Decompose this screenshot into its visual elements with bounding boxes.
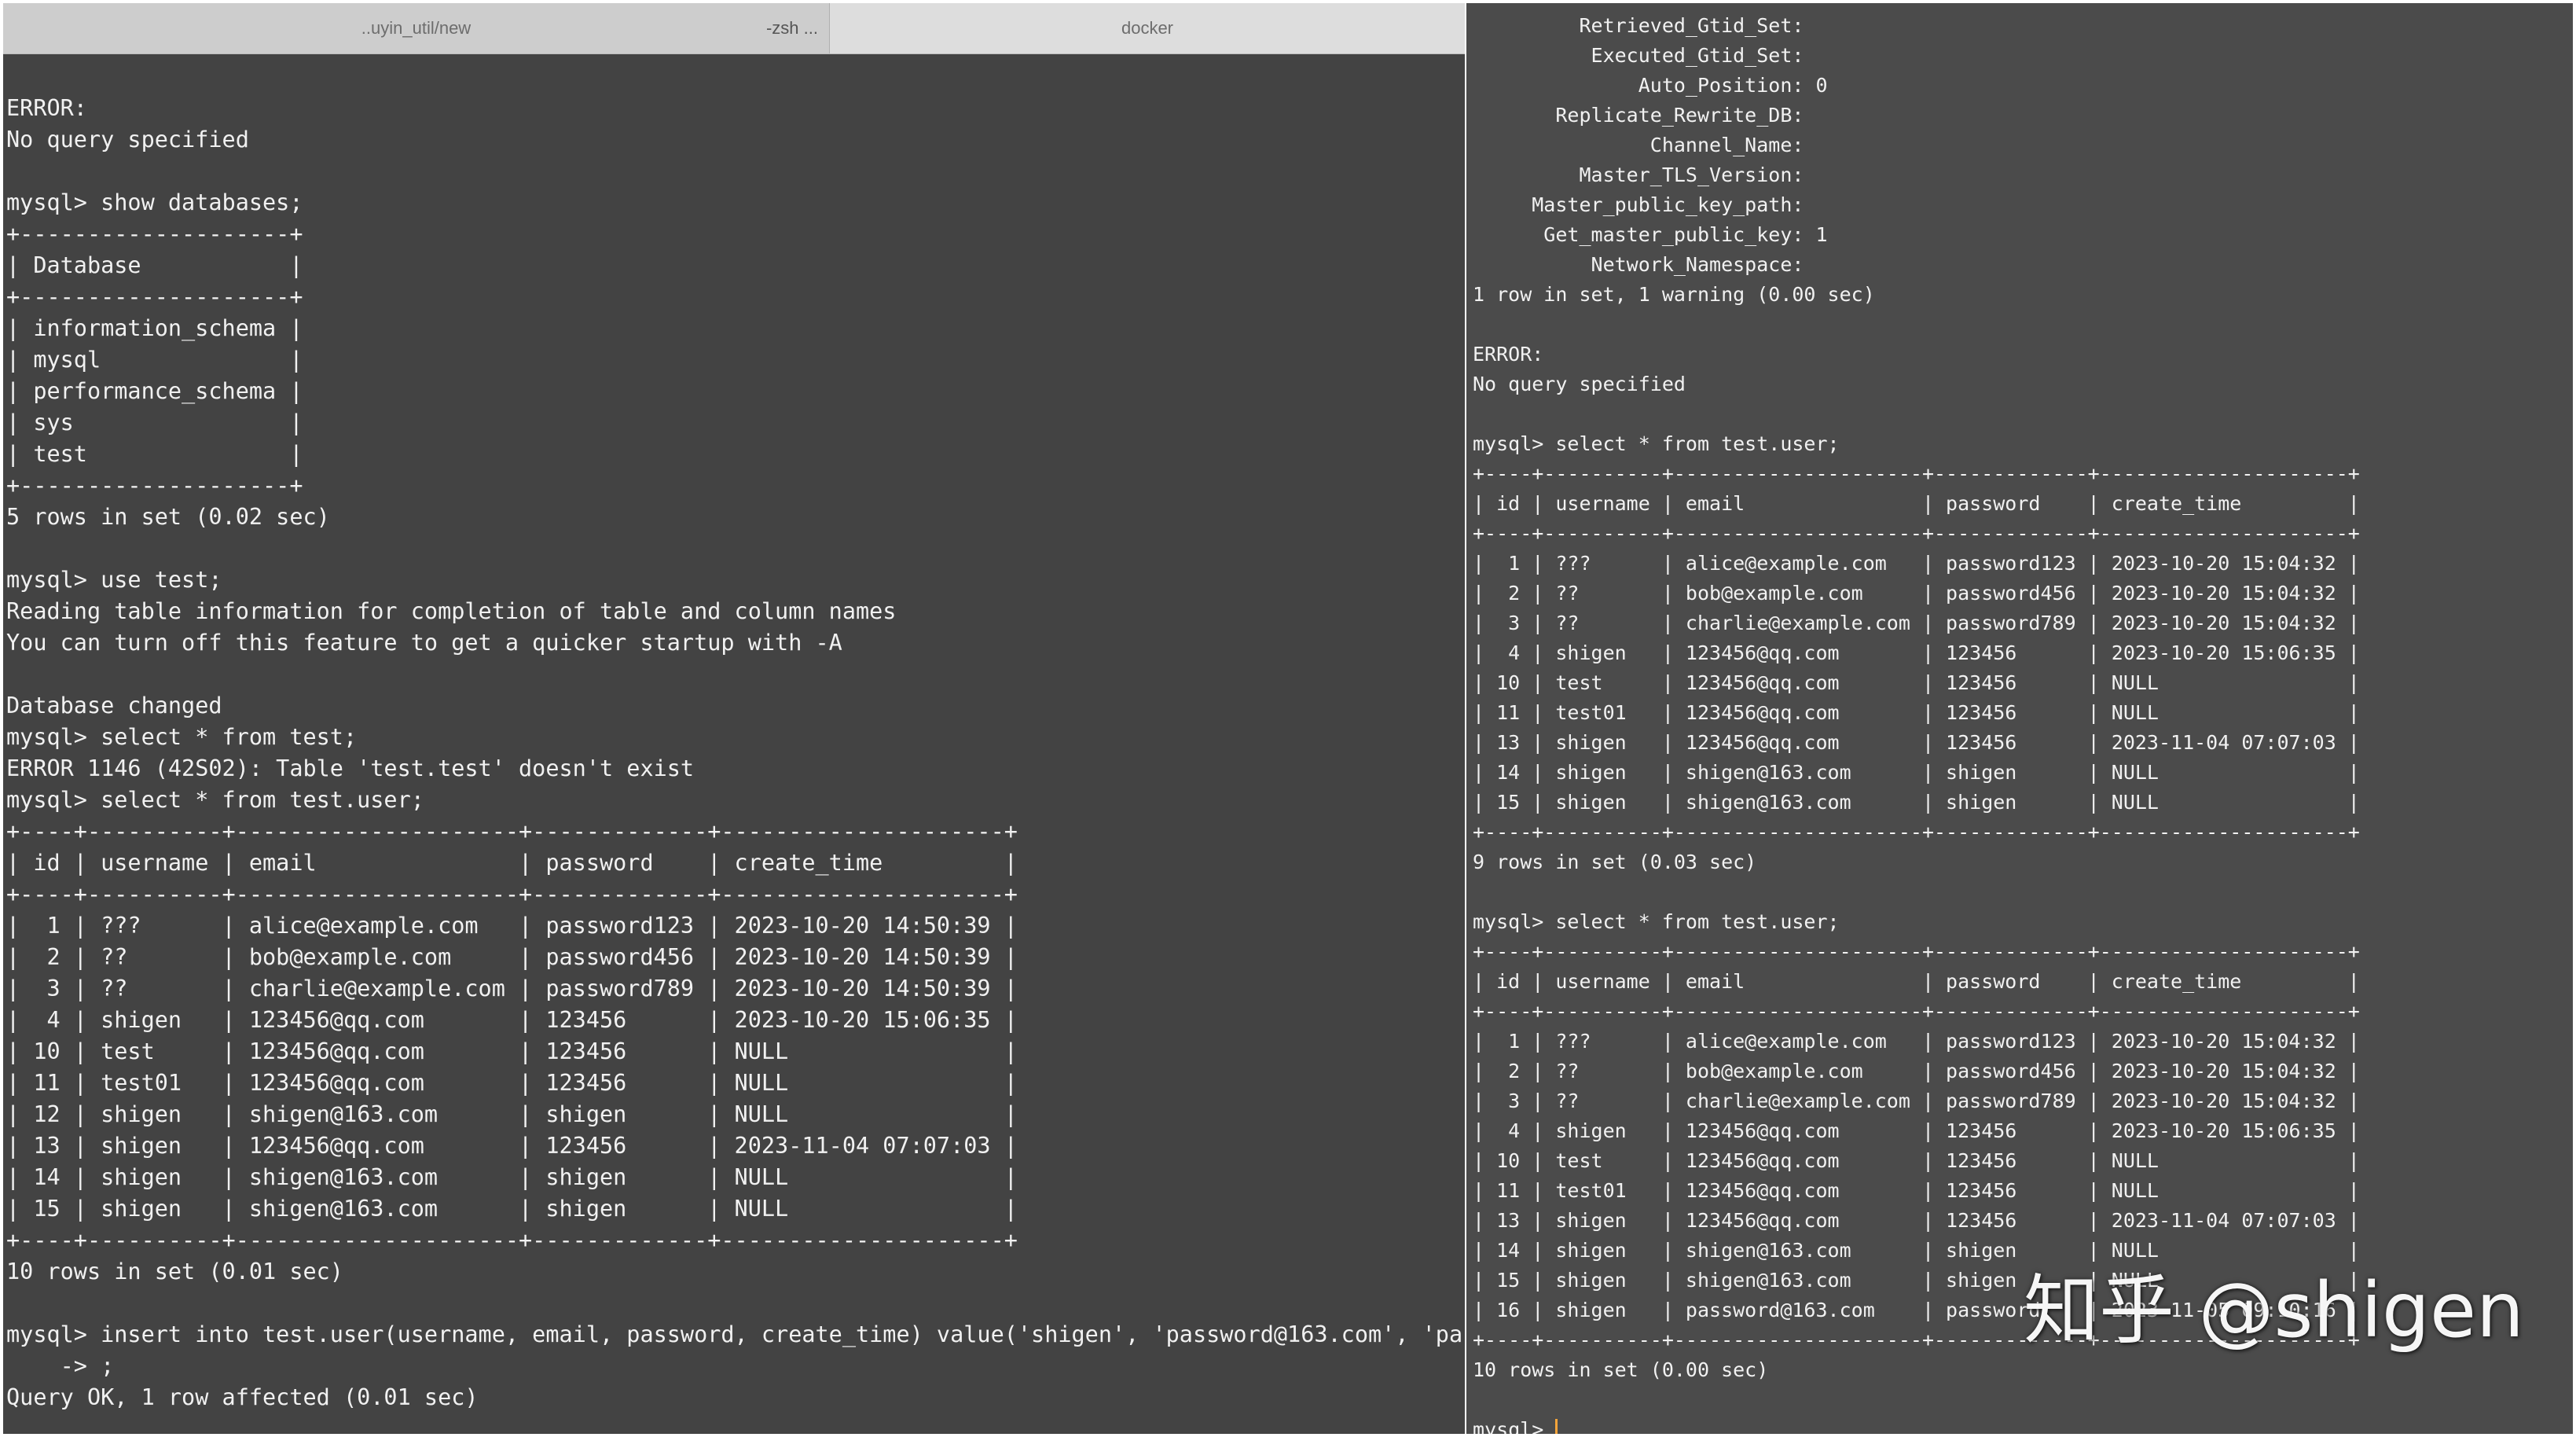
text-cursor xyxy=(1555,1419,1558,1434)
terminal-line: | 13 | shigen | 123456@qq.com | 123456 |… xyxy=(6,1133,1018,1159)
tab-bar: ..uyin_util/new -zsh ... docker xyxy=(3,3,1465,54)
terminal-line: | mysql | xyxy=(6,347,303,373)
terminal-line: mysql> insert into test.user(username, e… xyxy=(6,1321,1465,1347)
terminal-line: | 3 | ?? | charlie@example.com | passwor… xyxy=(1473,1090,2360,1112)
tab-label: docker xyxy=(1121,18,1173,38)
terminal-line: | 14 | shigen | shigen@163.com | shigen … xyxy=(6,1164,1018,1190)
left-terminal-pane[interactable]: ..uyin_util/new -zsh ... docker ERROR: N… xyxy=(3,3,1465,1434)
terminal-line: | 15 | shigen | shigen@163.com | shigen … xyxy=(1473,791,2360,814)
terminal-line: | 14 | shigen | shigen@163.com | shigen … xyxy=(1473,761,2360,784)
terminal-line: | id | username | email | password | cre… xyxy=(6,850,1018,876)
terminal-line: +----+----------+---------------------+-… xyxy=(6,1227,1018,1253)
terminal-line: | 11 | test01 | 123456@qq.com | 123456 |… xyxy=(1473,701,2360,724)
terminal-line: Master_TLS_Version: xyxy=(1473,164,1804,186)
terminal-line: Get_master_public_key: 1 xyxy=(1473,223,1828,246)
terminal-line: No query specified xyxy=(1473,373,1686,395)
terminal-line: ERROR: xyxy=(1473,343,1543,366)
terminal-line: | 3 | ?? | charlie@example.com | passwor… xyxy=(1473,612,2360,634)
tab-uyin-util[interactable]: ..uyin_util/new -zsh ... xyxy=(3,3,830,53)
terminal-line: | 4 | shigen | 123456@qq.com | 123456 | … xyxy=(6,1007,1018,1033)
terminal-line: | test | xyxy=(6,441,303,467)
terminal-line: | 2 | ?? | bob@example.com | password456… xyxy=(1473,1060,2360,1082)
terminal-line: Auto_Position: 0 xyxy=(1473,74,1828,97)
terminal-line: | 10 | test | 123456@qq.com | 123456 | N… xyxy=(1473,1149,2360,1172)
watermark: 知乎 @shigen xyxy=(2024,1267,2524,1354)
terminal-line: mysql> select * from test.user; xyxy=(6,787,424,813)
terminal-line: | Database | xyxy=(6,252,303,278)
tab-label: ..uyin_util/new xyxy=(361,18,471,38)
terminal-line: -> ; xyxy=(6,1353,114,1379)
terminal-line: | 12 | shigen | shigen@163.com | shigen … xyxy=(6,1101,1018,1127)
terminal-line: 10 rows in set (0.00 sec) xyxy=(1473,1358,1768,1381)
terminal-line: | 1 | ??? | alice@example.com | password… xyxy=(1473,1030,2360,1053)
terminal-line: 10 rows in set (0.01 sec) xyxy=(6,1259,343,1284)
terminal-line: +----+----------+---------------------+-… xyxy=(1473,1000,2360,1023)
terminal-line: Channel_Name: xyxy=(1473,134,1804,156)
terminal-line: 5 rows in set (0.02 sec) xyxy=(6,504,330,530)
terminal-line: | id | username | email | password | cre… xyxy=(1473,970,2360,993)
terminal-line: +----+----------+---------------------+-… xyxy=(1473,522,2360,545)
terminal-line: Retrieved_Gtid_Set: xyxy=(1473,14,1804,37)
terminal-line: You can turn off this feature to get a q… xyxy=(6,630,842,656)
terminal-line: mysql> show databases; xyxy=(6,189,303,215)
terminal-line: mysql> select * from test.user; xyxy=(1473,910,1840,933)
terminal-line: | 13 | shigen | 123456@qq.com | 123456 |… xyxy=(1473,1209,2360,1232)
terminal-line: mysql> xyxy=(1473,1418,1555,1434)
left-terminal-output[interactable]: ERROR: No query specified mysql> show da… xyxy=(6,93,1465,1413)
terminal-line: | 14 | shigen | shigen@163.com | shigen … xyxy=(1473,1239,2360,1262)
terminal-line: | 1 | ??? | alice@example.com | password… xyxy=(6,913,1018,939)
terminal-line: +----+----------+---------------------+-… xyxy=(1473,462,2360,485)
terminal-line: mysql> use test; xyxy=(6,567,222,593)
terminal-line: mysql> select * from test; xyxy=(6,724,357,750)
terminal-line: +----+----------+---------------------+-… xyxy=(1473,940,2360,963)
tab-command: -zsh ... xyxy=(766,3,818,53)
terminal-line: | 11 | test01 | 123456@qq.com | 123456 |… xyxy=(6,1070,1018,1096)
terminal-line: | 10 | test | 123456@qq.com | 123456 | N… xyxy=(6,1038,1018,1064)
terminal-line: | 10 | test | 123456@qq.com | 123456 | N… xyxy=(1473,671,2360,694)
terminal-line: | performance_schema | xyxy=(6,378,303,404)
terminal-line: Reading table information for completion… xyxy=(6,598,896,624)
terminal-line: | sys | xyxy=(6,410,303,436)
terminal-line: Query OK, 1 row affected (0.01 sec) xyxy=(6,1384,479,1410)
terminal-line: Master_public_key_path: xyxy=(1473,193,1804,216)
terminal-line: | 4 | shigen | 123456@qq.com | 123456 | … xyxy=(1473,641,2360,664)
terminal-line: Database changed xyxy=(6,693,222,718)
terminal-line: +----+----------+---------------------+-… xyxy=(1473,821,2360,843)
terminal-line: | 3 | ?? | charlie@example.com | passwor… xyxy=(6,976,1018,1001)
tab-docker[interactable]: docker xyxy=(830,3,1465,53)
terminal-line: +----+----------+---------------------+-… xyxy=(6,881,1018,907)
terminal-line: +----+----------+---------------------+-… xyxy=(6,818,1018,844)
terminal-line: | information_schema | xyxy=(6,315,303,341)
terminal-line: ERROR 1146 (42S02): Table 'test.test' do… xyxy=(6,755,694,781)
terminal-line: 1 row in set, 1 warning (0.00 sec) xyxy=(1473,283,1875,306)
terminal-line: +--------------------+ xyxy=(6,221,303,247)
terminal-line: mysql> select * from test.user; xyxy=(1473,432,1840,455)
terminal-line: | 2 | ?? | bob@example.com | password456… xyxy=(6,944,1018,970)
right-terminal-output[interactable]: Retrieved_Gtid_Set: Executed_Gtid_Set: A… xyxy=(1473,11,2360,1434)
terminal-line: | 15 | shigen | shigen@163.com | shigen … xyxy=(6,1196,1018,1222)
terminal-line: | 13 | shigen | 123456@qq.com | 123456 |… xyxy=(1473,731,2360,754)
terminal-line: | 11 | test01 | 123456@qq.com | 123456 |… xyxy=(1473,1179,2360,1202)
terminal-line: No query specified xyxy=(6,127,249,153)
terminal-line: +--------------------+ xyxy=(6,284,303,310)
terminal-line: | 2 | ?? | bob@example.com | password456… xyxy=(1473,582,2360,605)
terminal-line: | id | username | email | password | cre… xyxy=(1473,492,2360,515)
terminal-line: | 4 | shigen | 123456@qq.com | 123456 | … xyxy=(1473,1119,2360,1142)
terminal-line: ERROR: xyxy=(6,95,87,121)
terminal-line: 9 rows in set (0.03 sec) xyxy=(1473,851,1756,873)
terminal-line: Replicate_Rewrite_DB: xyxy=(1473,104,1804,127)
terminal-line: | 1 | ??? | alice@example.com | password… xyxy=(1473,552,2360,575)
terminal-line: Network_Namespace: xyxy=(1473,253,1804,276)
right-terminal-pane[interactable]: Retrieved_Gtid_Set: Executed_Gtid_Set: A… xyxy=(1466,3,2573,1434)
terminal-line: Executed_Gtid_Set: xyxy=(1473,44,1804,67)
terminal-line: +--------------------+ xyxy=(6,472,303,498)
